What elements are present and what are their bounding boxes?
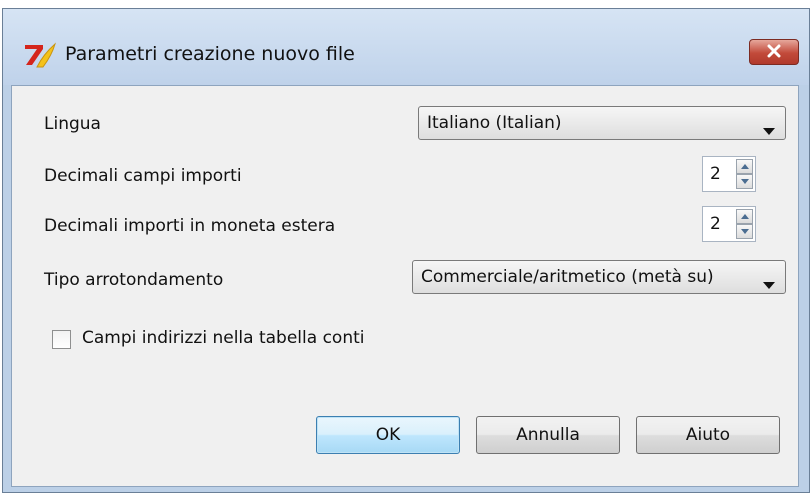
stepper-down-button[interactable] — [736, 224, 753, 239]
close-button[interactable] — [749, 39, 799, 65]
ok-button[interactable]: OK — [316, 416, 460, 454]
chevron-down-icon — [763, 120, 775, 140]
app-logo-icon — [23, 41, 57, 69]
dialog-window: Parametri creazione nuovo file Lingua It… — [2, 8, 810, 493]
stepper-up-button[interactable] — [736, 159, 753, 174]
decimals-amounts-stepper[interactable]: 2 — [702, 156, 756, 192]
dialog-content: Lingua Italiano (Italian) Decimali campi… — [11, 85, 799, 487]
close-icon — [766, 43, 782, 62]
rounding-select-value: Commerciale/aritmetico (metà su) — [421, 267, 714, 287]
decimals-foreign-label: Decimali importi in moneta estera — [44, 216, 336, 236]
rounding-label: Tipo arrotondamento — [44, 270, 224, 290]
decimals-foreign-value: 2 — [710, 214, 721, 234]
decimals-amounts-value: 2 — [710, 164, 721, 184]
address-fields-label[interactable]: Campi indirizzi nella tabella conti — [82, 328, 364, 348]
cancel-button[interactable]: Annulla — [476, 416, 620, 454]
language-label: Lingua — [44, 114, 101, 134]
address-fields-checkbox[interactable] — [52, 330, 71, 349]
rounding-select[interactable]: Commerciale/aritmetico (metà su) — [412, 260, 786, 294]
decimals-amounts-label: Decimali campi importi — [44, 166, 242, 186]
stepper-down-button[interactable] — [736, 174, 753, 189]
title-bar[interactable]: Parametri creazione nuovo file — [3, 9, 809, 85]
dialog-title: Parametri creazione nuovo file — [65, 43, 355, 65]
chevron-down-icon — [763, 274, 775, 294]
decimals-foreign-stepper[interactable]: 2 — [702, 206, 756, 242]
help-button[interactable]: Aiuto — [636, 416, 780, 454]
language-select-value: Italiano (Italian) — [427, 113, 562, 133]
language-select[interactable]: Italiano (Italian) — [418, 106, 786, 140]
stepper-up-button[interactable] — [736, 209, 753, 224]
